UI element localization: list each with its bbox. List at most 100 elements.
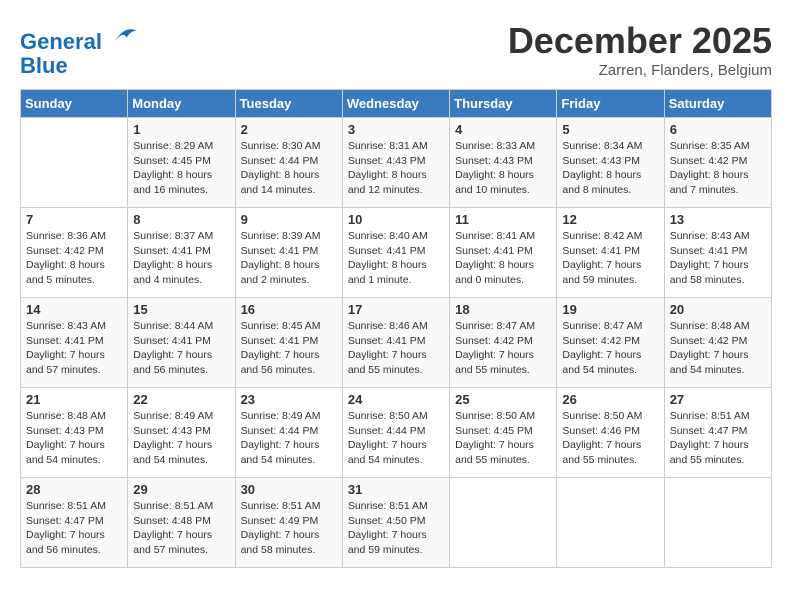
cell-date-number: 16 [241,302,337,317]
cell-date-number: 2 [241,122,337,137]
calendar-cell: 5 Sunrise: 8:34 AM Sunset: 4:43 PM Daylig… [557,118,664,208]
weekday-header-sunday: Sunday [21,90,128,118]
cell-date-number: 12 [562,212,658,227]
calendar-cell [557,478,664,568]
calendar-header: SundayMondayTuesdayWednesdayThursdayFrid… [21,90,772,118]
calendar-cell: 29 Sunrise: 8:51 AM Sunset: 4:48 PM Dayli… [128,478,235,568]
cell-date-number: 5 [562,122,658,137]
weekday-header-thursday: Thursday [450,90,557,118]
calendar-cell: 12 Sunrise: 8:42 AM Sunset: 4:41 PM Dayli… [557,208,664,298]
cell-info-text: Sunrise: 8:39 AM Sunset: 4:41 PM Dayligh… [241,229,337,288]
weekday-header-wednesday: Wednesday [342,90,449,118]
calendar-cell: 20 Sunrise: 8:48 AM Sunset: 4:42 PM Dayli… [664,298,771,388]
logo: General Blue [20,25,138,78]
page-header: General Blue December 2025 Zarren, Fland… [20,20,772,79]
cell-date-number: 7 [26,212,122,227]
cell-info-text: Sunrise: 8:34 AM Sunset: 4:43 PM Dayligh… [562,139,658,198]
cell-date-number: 11 [455,212,551,227]
calendar-cell: 25 Sunrise: 8:50 AM Sunset: 4:45 PM Dayli… [450,388,557,478]
weekday-header-tuesday: Tuesday [235,90,342,118]
calendar-cell: 19 Sunrise: 8:47 AM Sunset: 4:42 PM Dayli… [557,298,664,388]
calendar-cell: 14 Sunrise: 8:43 AM Sunset: 4:41 PM Dayli… [21,298,128,388]
cell-info-text: Sunrise: 8:35 AM Sunset: 4:42 PM Dayligh… [670,139,766,198]
cell-info-text: Sunrise: 8:47 AM Sunset: 4:42 PM Dayligh… [455,319,551,378]
cell-date-number: 18 [455,302,551,317]
title-block: December 2025 Zarren, Flanders, Belgium [508,20,772,79]
cell-info-text: Sunrise: 8:50 AM Sunset: 4:45 PM Dayligh… [455,409,551,468]
calendar-cell: 8 Sunrise: 8:37 AM Sunset: 4:41 PM Daylig… [128,208,235,298]
cell-info-text: Sunrise: 8:48 AM Sunset: 4:43 PM Dayligh… [26,409,122,468]
cell-info-text: Sunrise: 8:50 AM Sunset: 4:46 PM Dayligh… [562,409,658,468]
calendar-cell: 28Sunrise: 8:51 AM Sunset: 4:47 PM Dayli… [21,478,128,568]
calendar-cell: 30Sunrise: 8:51 AM Sunset: 4:49 PM Dayli… [235,478,342,568]
calendar-cell: 18 Sunrise: 8:47 AM Sunset: 4:42 PM Dayli… [450,298,557,388]
calendar-cell: 22Sunrise: 8:49 AM Sunset: 4:43 PM Dayli… [128,388,235,478]
calendar-table: SundayMondayTuesdayWednesdayThursdayFrid… [20,89,772,568]
cell-date-number: 1 [133,122,229,137]
cell-date-number: 22 [133,392,229,407]
cell-date-number: 8 [133,212,229,227]
cell-date-number: 25 [455,392,551,407]
cell-info-text: Sunrise: 8:37 AM Sunset: 4:41 PM Dayligh… [133,229,229,288]
cell-info-text: Sunrise: 8:47 AM Sunset: 4:42 PM Dayligh… [562,319,658,378]
calendar-cell: 17 Sunrise: 8:46 AM Sunset: 4:41 PM Dayli… [342,298,449,388]
calendar-cell: 16 Sunrise: 8:45 AM Sunset: 4:41 PM Dayli… [235,298,342,388]
cell-date-number: 24 [348,392,444,407]
cell-date-number: 21 [26,392,122,407]
calendar-cell: 15 Sunrise: 8:44 AM Sunset: 4:41 PM Dayli… [128,298,235,388]
calendar-cell: 13 Sunrise: 8:43 AM Sunset: 4:41 PM Dayli… [664,208,771,298]
weekday-header-friday: Friday [557,90,664,118]
weekday-header-monday: Monday [128,90,235,118]
cell-info-text: Sunrise: 8:31 AM Sunset: 4:43 PM Dayligh… [348,139,444,198]
logo-bird-icon [110,21,138,49]
cell-date-number: 28 [26,482,122,497]
calendar-cell: 3Sunrise: 8:31 AM Sunset: 4:43 PM Daylig… [342,118,449,208]
cell-date-number: 29 [133,482,229,497]
logo-line1: General [20,29,102,54]
calendar-cell: 4Sunrise: 8:33 AM Sunset: 4:43 PM Daylig… [450,118,557,208]
cell-info-text: Sunrise: 8:41 AM Sunset: 4:41 PM Dayligh… [455,229,551,288]
cell-date-number: 17 [348,302,444,317]
cell-info-text: Sunrise: 8:48 AM Sunset: 4:42 PM Dayligh… [670,319,766,378]
calendar-cell: 7Sunrise: 8:36 AM Sunset: 4:42 PM Daylig… [21,208,128,298]
month-title: December 2025 [508,20,772,62]
cell-date-number: 4 [455,122,551,137]
weekday-header-row: SundayMondayTuesdayWednesdayThursdayFrid… [21,90,772,118]
cell-info-text: Sunrise: 8:51 AM Sunset: 4:48 PM Dayligh… [133,499,229,558]
calendar-body: 1 Sunrise: 8:29 AM Sunset: 4:45 PM Daylig… [21,118,772,568]
cell-date-number: 10 [348,212,444,227]
cell-info-text: Sunrise: 8:40 AM Sunset: 4:41 PM Dayligh… [348,229,444,288]
calendar-cell: 24 Sunrise: 8:50 AM Sunset: 4:44 PM Dayli… [342,388,449,478]
cell-date-number: 31 [348,482,444,497]
weekday-header-saturday: Saturday [664,90,771,118]
cell-info-text: Sunrise: 8:43 AM Sunset: 4:41 PM Dayligh… [670,229,766,288]
calendar-cell: 26Sunrise: 8:50 AM Sunset: 4:46 PM Dayli… [557,388,664,478]
calendar-cell: 9 Sunrise: 8:39 AM Sunset: 4:41 PM Daylig… [235,208,342,298]
calendar-cell [450,478,557,568]
cell-date-number: 15 [133,302,229,317]
calendar-cell: 11 Sunrise: 8:41 AM Sunset: 4:41 PM Dayli… [450,208,557,298]
cell-info-text: Sunrise: 8:42 AM Sunset: 4:41 PM Dayligh… [562,229,658,288]
calendar-week-row: 21 Sunrise: 8:48 AM Sunset: 4:43 PM Dayli… [21,388,772,478]
calendar-cell: 10 Sunrise: 8:40 AM Sunset: 4:41 PM Dayli… [342,208,449,298]
cell-date-number: 19 [562,302,658,317]
calendar-week-row: 1 Sunrise: 8:29 AM Sunset: 4:45 PM Daylig… [21,118,772,208]
calendar-cell: 6 Sunrise: 8:35 AM Sunset: 4:42 PM Daylig… [664,118,771,208]
cell-info-text: Sunrise: 8:30 AM Sunset: 4:44 PM Dayligh… [241,139,337,198]
cell-date-number: 20 [670,302,766,317]
cell-info-text: Sunrise: 8:51 AM Sunset: 4:49 PM Dayligh… [241,499,337,558]
cell-info-text: Sunrise: 8:43 AM Sunset: 4:41 PM Dayligh… [26,319,122,378]
calendar-cell: 23Sunrise: 8:49 AM Sunset: 4:44 PM Dayli… [235,388,342,478]
cell-date-number: 9 [241,212,337,227]
cell-date-number: 13 [670,212,766,227]
cell-info-text: Sunrise: 8:46 AM Sunset: 4:41 PM Dayligh… [348,319,444,378]
cell-info-text: Sunrise: 8:29 AM Sunset: 4:45 PM Dayligh… [133,139,229,198]
cell-date-number: 14 [26,302,122,317]
cell-date-number: 6 [670,122,766,137]
cell-info-text: Sunrise: 8:51 AM Sunset: 4:50 PM Dayligh… [348,499,444,558]
cell-info-text: Sunrise: 8:44 AM Sunset: 4:41 PM Dayligh… [133,319,229,378]
calendar-cell: 1 Sunrise: 8:29 AM Sunset: 4:45 PM Daylig… [128,118,235,208]
cell-info-text: Sunrise: 8:50 AM Sunset: 4:44 PM Dayligh… [348,409,444,468]
cell-info-text: Sunrise: 8:45 AM Sunset: 4:41 PM Dayligh… [241,319,337,378]
calendar-week-row: 7Sunrise: 8:36 AM Sunset: 4:42 PM Daylig… [21,208,772,298]
